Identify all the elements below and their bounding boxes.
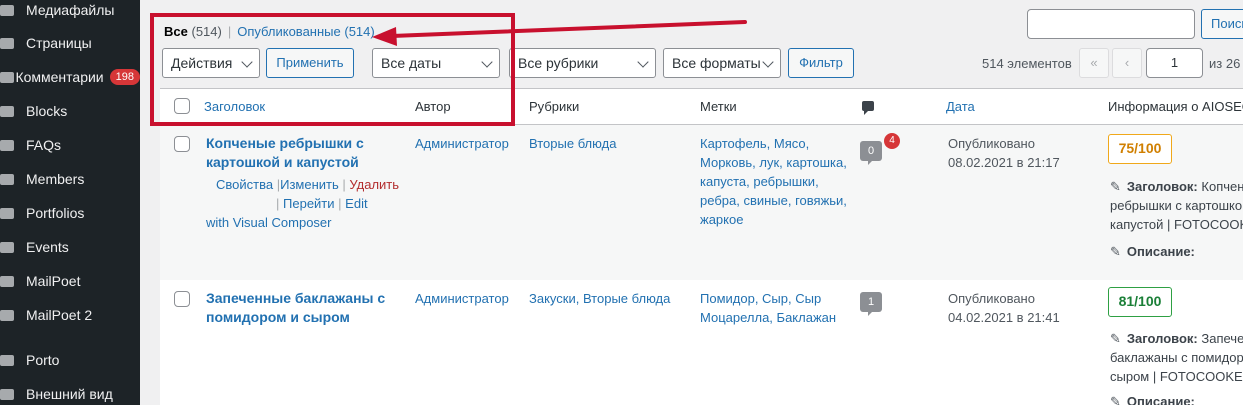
annotation-arrow	[372, 20, 747, 46]
